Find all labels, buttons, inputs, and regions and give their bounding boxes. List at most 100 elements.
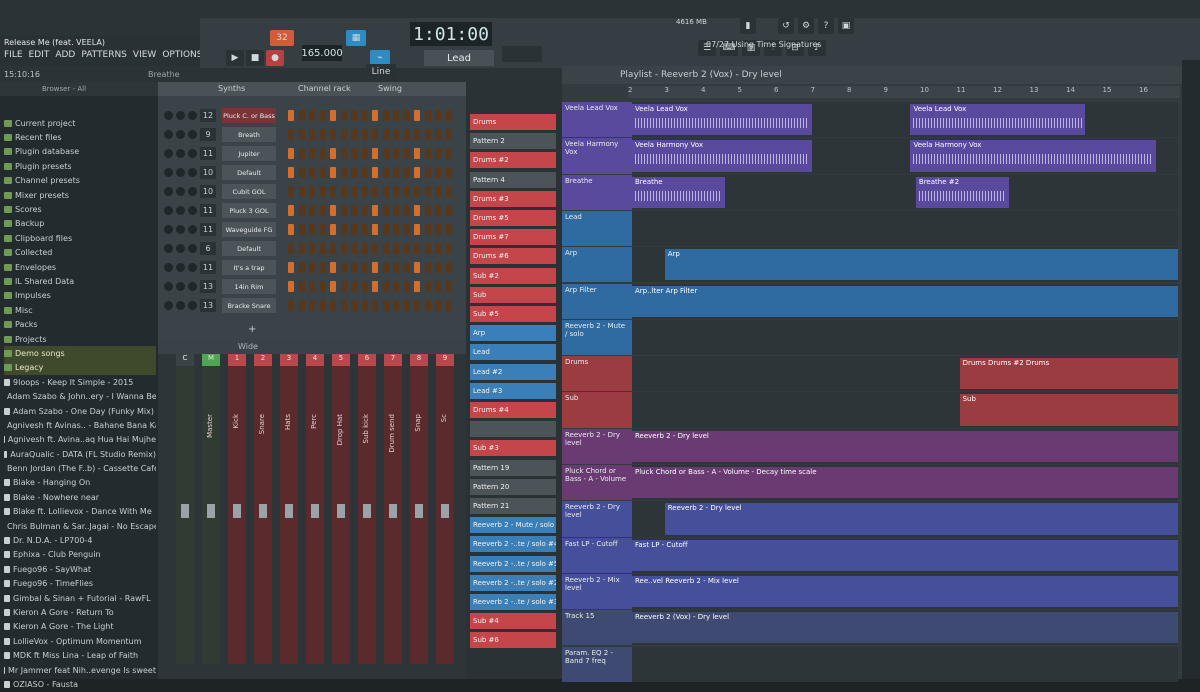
channel-name-button[interactable]: Jupiter — [222, 146, 276, 161]
volume-knob[interactable] — [188, 244, 197, 253]
pattern-item[interactable]: Pattern 2 — [470, 133, 556, 150]
step-button[interactable] — [445, 167, 452, 178]
step-button[interactable] — [319, 186, 326, 197]
volume-knob[interactable] — [188, 282, 197, 291]
step-button[interactable] — [340, 243, 347, 254]
step-button[interactable] — [403, 262, 410, 273]
step-button[interactable] — [298, 148, 305, 159]
step-button[interactable] — [403, 129, 410, 140]
step-button[interactable] — [382, 281, 389, 292]
step-button[interactable] — [361, 224, 368, 235]
channel-row[interactable]: 10 Cubit GOL — [162, 184, 462, 200]
step-button[interactable] — [351, 186, 357, 197]
channel-mixer-track[interactable]: 11 — [200, 147, 216, 160]
step-button[interactable] — [309, 167, 315, 178]
step-button[interactable] — [372, 205, 378, 216]
step-button[interactable] — [319, 281, 326, 292]
browser-item[interactable]: Adam Szabo & John..ery - I Wanna Be — [4, 389, 156, 403]
track-lane[interactable] — [632, 210, 1178, 247]
step-button[interactable] — [330, 224, 336, 235]
browser-item[interactable]: Benn Jordan (The F..b) - Cassette Cafe — [4, 461, 156, 475]
menu-add[interactable]: ADD — [55, 50, 75, 60]
browser-item[interactable]: Backup — [4, 217, 156, 231]
step-button[interactable] — [340, 110, 347, 121]
step-button[interactable] — [288, 167, 294, 178]
playlist-clip[interactable]: Reeverb 2 - Dry level — [632, 430, 1178, 462]
pattern-item[interactable]: Lead #2 — [470, 363, 556, 380]
pan-knob[interactable] — [176, 149, 185, 158]
step-button[interactable] — [435, 129, 441, 140]
step-button[interactable] — [351, 243, 357, 254]
browser-item[interactable]: Gimbal & Sinan + Futorial - RawFL — [4, 591, 156, 605]
step-button[interactable] — [309, 262, 315, 273]
browser-item[interactable]: Ephixa - Club Penguin — [4, 548, 156, 562]
track-header[interactable]: Veela Lead Vox — [562, 102, 632, 138]
step-button[interactable] — [372, 224, 378, 235]
mixer-strip[interactable]: 2 Snare — [254, 354, 272, 664]
step-button[interactable] — [372, 148, 378, 159]
pan-knob[interactable] — [176, 130, 185, 139]
pattern-item[interactable] — [470, 421, 556, 438]
playlist-clip[interactable]: Reeverb 2 (Vox) - Dry level — [632, 612, 1178, 644]
step-button[interactable] — [414, 167, 420, 178]
mixer-strip[interactable]: 8 Snap — [410, 354, 428, 664]
step-button[interactable] — [435, 243, 441, 254]
mute-led[interactable] — [164, 130, 173, 139]
track-header[interactable]: Lead — [562, 210, 632, 247]
step-button[interactable] — [372, 243, 378, 254]
pattern-item[interactable]: Pattern 19 — [470, 459, 556, 476]
browser-item[interactable]: Kieron A Gore - The Light — [4, 620, 156, 634]
step-button[interactable] — [403, 186, 410, 197]
browser-item[interactable]: Projects — [4, 332, 156, 346]
pattern-item[interactable]: Arp — [470, 325, 556, 342]
step-button[interactable] — [330, 262, 336, 273]
step-button[interactable] — [340, 186, 347, 197]
browser-item[interactable]: Scores — [4, 202, 156, 216]
step-button[interactable] — [372, 186, 378, 197]
pattern-number[interactable]: 32 — [270, 30, 294, 46]
track-header[interactable]: Fast LP - Cutoff — [562, 537, 632, 573]
step-button[interactable] — [445, 110, 452, 121]
pattern-selector[interactable] — [502, 46, 542, 62]
step-button[interactable] — [382, 243, 389, 254]
volume-fader[interactable] — [415, 504, 423, 518]
step-button[interactable] — [298, 205, 305, 216]
channel-name-button[interactable]: Bracke Snare — [222, 298, 276, 313]
step-button[interactable] — [330, 148, 336, 159]
browser-item[interactable]: Packs — [4, 317, 156, 331]
step-button[interactable] — [298, 224, 305, 235]
volume-knob[interactable] — [188, 130, 197, 139]
channel-row[interactable]: 13 14in Rim — [162, 279, 462, 295]
pattern-item[interactable]: Sub #5 — [470, 306, 556, 322]
mixer-strip[interactable]: 4 Perc — [306, 354, 324, 664]
step-button[interactable] — [424, 224, 431, 235]
browser-item[interactable]: Blake - Nowhere near — [4, 490, 156, 504]
step-button[interactable] — [424, 110, 431, 121]
step-button[interactable] — [351, 129, 357, 140]
track-header[interactable]: Veela Harmony Vox — [562, 138, 632, 174]
mute-led[interactable] — [164, 225, 173, 234]
step-button[interactable] — [319, 224, 326, 235]
pattern-item[interactable]: Drums — [470, 114, 556, 130]
browser-item[interactable]: Mr Jammer feat Nih..evenge Is sweet — [4, 663, 156, 677]
undo-icon[interactable]: ↺ — [778, 18, 794, 34]
step-button[interactable] — [330, 129, 336, 140]
track-header[interactable]: Reeverb 2 - Mute / solo — [562, 319, 632, 356]
step-button[interactable] — [403, 148, 410, 159]
step-button[interactable] — [445, 148, 452, 159]
step-button[interactable] — [309, 129, 315, 140]
channel-name-button[interactable]: Pluck C. or Bass — [222, 108, 276, 123]
playlist-clip[interactable]: Pluck Chord or Bass - A - Volume - Decay… — [632, 467, 1178, 499]
browser-item[interactable]: MDK ft Miss Lina - Leap of Faith — [4, 648, 156, 662]
channel-name-button[interactable]: 14in Rim — [222, 279, 276, 294]
step-button[interactable] — [361, 129, 368, 140]
step-button[interactable] — [319, 110, 326, 121]
step-button[interactable] — [372, 262, 378, 273]
step-button[interactable] — [319, 205, 326, 216]
volume-knob[interactable] — [188, 301, 197, 310]
pattern-item[interactable]: Reeverb 2 -..te / solo #4 — [470, 536, 556, 553]
step-button[interactable] — [340, 129, 347, 140]
track-lane[interactable]: Drums Drums #2 Drums — [632, 356, 1178, 392]
step-button[interactable] — [340, 167, 347, 178]
step-button[interactable] — [288, 148, 294, 159]
